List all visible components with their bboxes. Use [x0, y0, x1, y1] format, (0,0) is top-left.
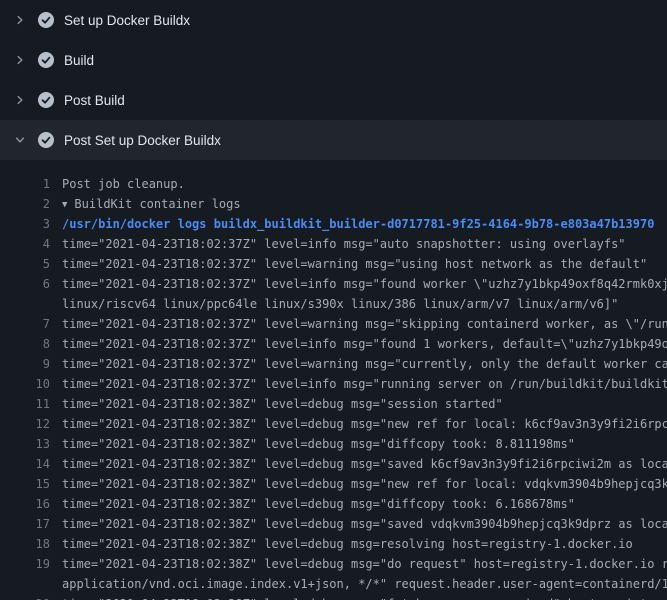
log-line: 8time="2021-04-23T18:02:37Z" level=info … — [0, 334, 667, 354]
line-number[interactable]: 1 — [0, 174, 50, 194]
steps-list: Set up Docker Buildx Build Post Build Post … — [0, 0, 667, 160]
log-line: 20time="2021-04-23T18:02:38Z" level=debu… — [0, 594, 667, 600]
log-text: time="2021-04-23T18:02:37Z" level=warnin… — [50, 354, 667, 374]
line-number[interactable]: 16 — [0, 494, 50, 514]
step-label: Set up Docker Buildx — [64, 13, 190, 28]
log-text: application/vnd.oci.image.index.v1+json,… — [50, 574, 667, 594]
step-label: Build — [64, 53, 94, 68]
log-area: 1Post job cleanup.2 ▼ BuildKit container l… — [0, 160, 667, 600]
chevron-right-icon — [12, 12, 28, 28]
line-number — [0, 294, 50, 314]
log-text: time="2021-04-23T18:02:38Z" level=debug … — [50, 414, 667, 434]
step-header-post-build[interactable]: Post Build — [0, 80, 667, 120]
log-line: 17time="2021-04-23T18:02:38Z" level=debu… — [0, 514, 667, 534]
line-number[interactable]: 11 — [0, 394, 50, 414]
line-number[interactable]: 12 — [0, 414, 50, 434]
log-line: 14time="2021-04-23T18:02:38Z" level=debu… — [0, 454, 667, 474]
line-number[interactable]: 17 — [0, 514, 50, 534]
chevron-down-icon — [12, 132, 28, 148]
log-line: 3/usr/bin/docker logs buildx_buildkit_bu… — [0, 214, 667, 234]
line-number[interactable]: 19 — [0, 554, 50, 574]
log-text: time="2021-04-23T18:02:37Z" level=info m… — [50, 374, 667, 394]
check-circle-icon — [38, 92, 54, 108]
log-text: time="2021-04-23T18:02:38Z" level=debug … — [50, 514, 667, 534]
log-line: 4time="2021-04-23T18:02:37Z" level=info … — [0, 234, 667, 254]
log-text: time="2021-04-23T18:02:37Z" level=info m… — [50, 234, 667, 254]
log-line: 6time="2021-04-23T18:02:37Z" level=info … — [0, 274, 667, 294]
log-text: time="2021-04-23T18:02:38Z" level=debug … — [50, 494, 667, 514]
log-text: linux/riscv64 linux/ppc64le linux/s390x … — [50, 294, 667, 314]
log-text: time="2021-04-23T18:02:37Z" level=warnin… — [50, 254, 667, 274]
log-text: time="2021-04-23T18:02:38Z" level=debug … — [50, 474, 667, 494]
log-text: time="2021-04-23T18:02:38Z" level=debug … — [50, 434, 667, 454]
line-number[interactable]: 10 — [0, 374, 50, 394]
log-line: application/vnd.oci.image.index.v1+json,… — [0, 574, 667, 594]
log-line: 18time="2021-04-23T18:02:38Z" level=debu… — [0, 534, 667, 554]
log-text: Post job cleanup. — [50, 174, 667, 194]
chevron-right-icon — [12, 92, 28, 108]
log-line: linux/riscv64 linux/ppc64le linux/s390x … — [0, 294, 667, 314]
log-line: 9time="2021-04-23T18:02:37Z" level=warni… — [0, 354, 667, 374]
check-circle-icon — [38, 132, 54, 148]
log-line: 10time="2021-04-23T18:02:37Z" level=info… — [0, 374, 667, 394]
log-line: 11time="2021-04-23T18:02:38Z" level=debu… — [0, 394, 667, 414]
chevron-right-icon — [12, 52, 28, 68]
line-number[interactable]: 8 — [0, 334, 50, 354]
step-header-build[interactable]: Build — [0, 40, 667, 80]
line-number[interactable]: 20 — [0, 594, 50, 600]
log-text: time="2021-04-23T18:02:38Z" level=debug … — [50, 554, 667, 574]
command-text: /usr/bin/docker logs buildx_buildkit_bui… — [50, 214, 667, 234]
log-line: 2 ▼ BuildKit container logs — [0, 194, 667, 214]
log-text: time="2021-04-23T18:02:37Z" level=info m… — [50, 274, 667, 294]
line-number[interactable]: 15 — [0, 474, 50, 494]
line-number — [0, 574, 50, 594]
log-line: 16time="2021-04-23T18:02:38Z" level=debu… — [0, 494, 667, 514]
log-line: 7time="2021-04-23T18:02:37Z" level=warni… — [0, 314, 667, 334]
check-circle-icon — [38, 12, 54, 28]
line-number[interactable]: 6 — [0, 274, 50, 294]
log-line: 19time="2021-04-23T18:02:38Z" level=debu… — [0, 554, 667, 574]
line-number[interactable]: 13 — [0, 434, 50, 454]
group-label: BuildKit container logs — [74, 197, 240, 211]
group-disclosure-icon[interactable]: ▼ — [62, 195, 67, 214]
log-text: time="2021-04-23T18:02:37Z" level=info m… — [50, 334, 667, 354]
step-label: Post Set up Docker Buildx — [64, 133, 221, 148]
log-line: 5time="2021-04-23T18:02:37Z" level=warni… — [0, 254, 667, 274]
log-group-toggle[interactable]: ▼ BuildKit container logs — [50, 194, 667, 214]
log-text: time="2021-04-23T18:02:38Z" level=debug … — [50, 534, 667, 554]
step-label: Post Build — [64, 93, 125, 108]
log-line: 12time="2021-04-23T18:02:38Z" level=debu… — [0, 414, 667, 434]
log-line: 1Post job cleanup. — [0, 174, 667, 194]
line-number[interactable]: 2 — [0, 194, 50, 214]
actions-log-viewer: { "colors": { "background": "#161b22", "… — [0, 0, 667, 600]
step-header-post-set-up-docker-buildx[interactable]: Post Set up Docker Buildx — [0, 120, 667, 160]
step-header-set-up-docker-buildx[interactable]: Set up Docker Buildx — [0, 0, 667, 40]
line-number[interactable]: 5 — [0, 254, 50, 274]
log-text: time="2021-04-23T18:02:37Z" level=warnin… — [50, 314, 667, 334]
log-line: 13time="2021-04-23T18:02:38Z" level=debu… — [0, 434, 667, 454]
log-text: time="2021-04-23T18:02:38Z" level=debug … — [50, 454, 667, 474]
check-circle-icon — [38, 52, 54, 68]
line-number[interactable]: 3 — [0, 214, 50, 234]
log-line: 15time="2021-04-23T18:02:38Z" level=debu… — [0, 474, 667, 494]
line-number[interactable]: 4 — [0, 234, 50, 254]
line-number[interactable]: 14 — [0, 454, 50, 474]
line-number[interactable]: 7 — [0, 314, 50, 334]
line-number[interactable]: 9 — [0, 354, 50, 374]
log-text: time="2021-04-23T18:02:38Z" level=debug … — [50, 594, 667, 600]
log-text: time="2021-04-23T18:02:38Z" level=debug … — [50, 394, 667, 414]
line-number[interactable]: 18 — [0, 534, 50, 554]
